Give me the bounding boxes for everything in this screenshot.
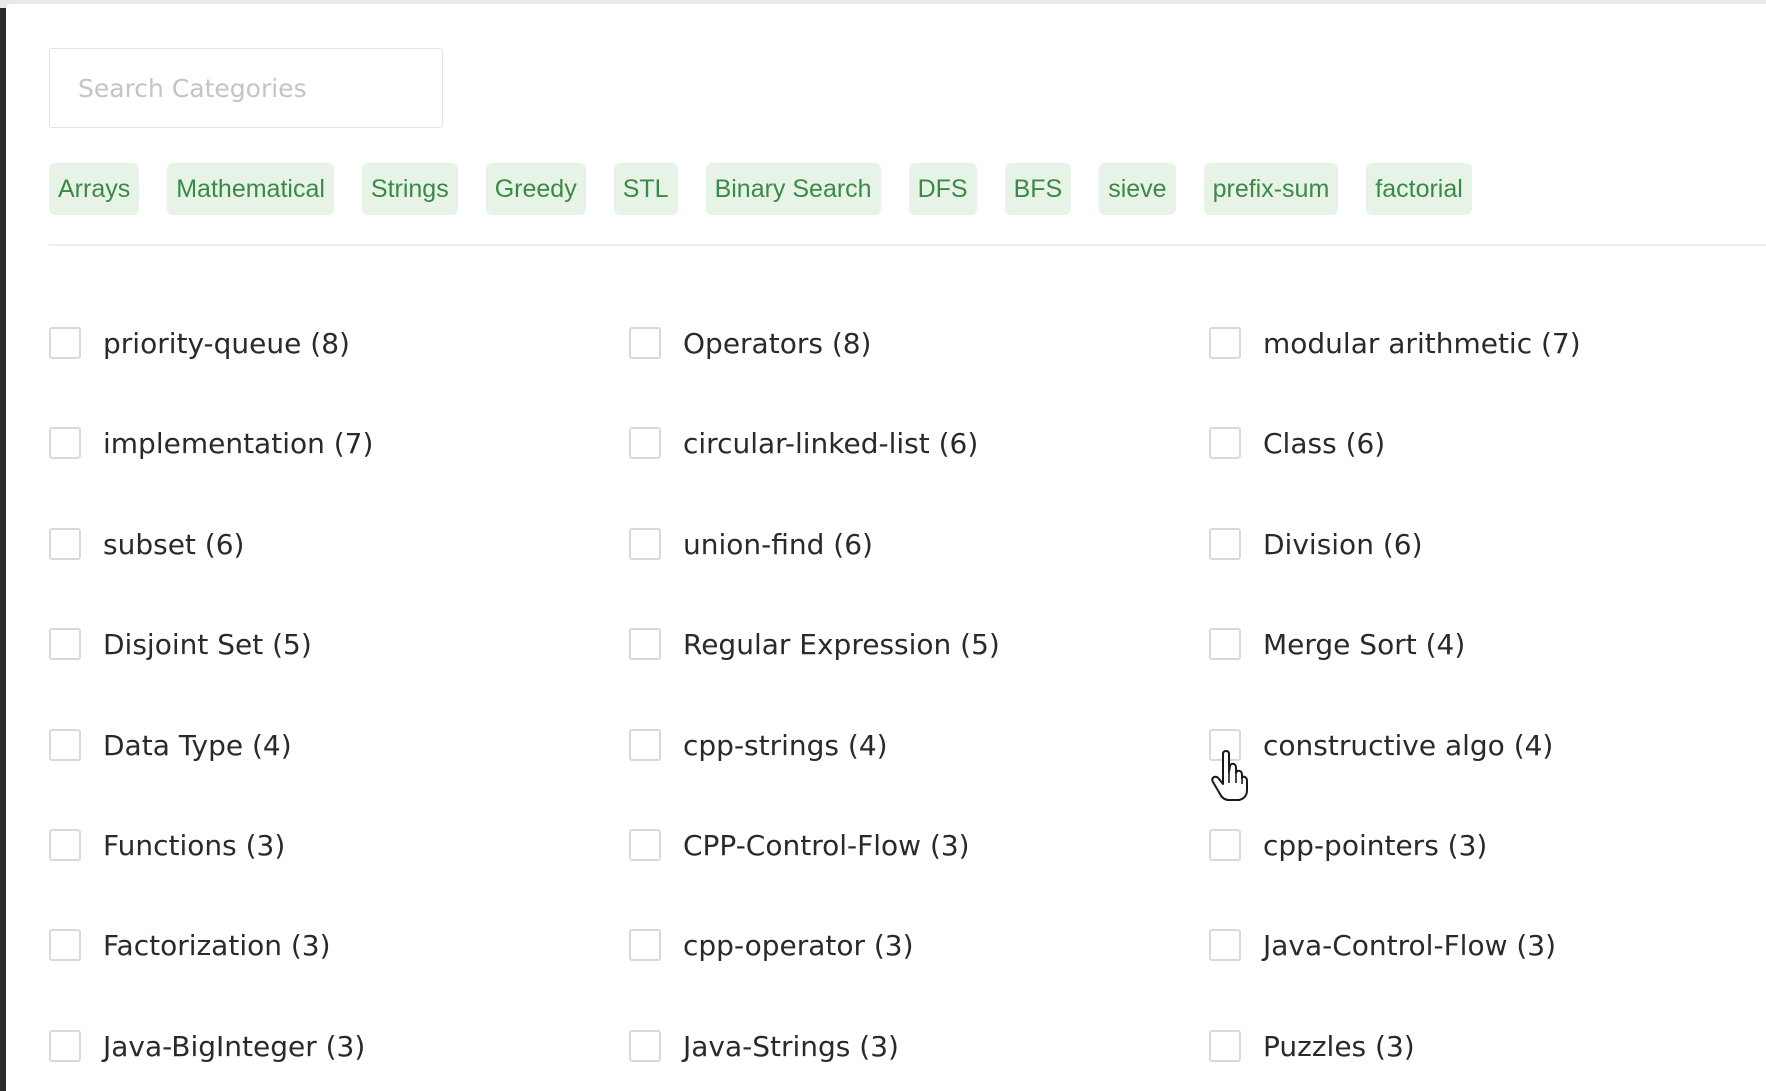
checkbox[interactable] bbox=[629, 327, 661, 359]
checkbox[interactable] bbox=[629, 628, 661, 660]
category-label: modular arithmetic (7) bbox=[1263, 326, 1581, 360]
tag-chip[interactable]: factorial bbox=[1366, 163, 1472, 215]
tag-chip[interactable]: prefix-sum bbox=[1203, 163, 1339, 215]
checkbox[interactable] bbox=[49, 528, 81, 560]
checkbox[interactable] bbox=[1209, 528, 1241, 560]
category-label: Regular Expression (5) bbox=[683, 627, 1000, 661]
checkbox[interactable] bbox=[629, 929, 661, 961]
category-label: Class (6) bbox=[1263, 426, 1386, 460]
checkbox[interactable] bbox=[1209, 327, 1241, 359]
checkbox[interactable] bbox=[1209, 427, 1241, 459]
category-option[interactable]: Regular Expression (5) bbox=[629, 624, 1000, 664]
category-label: CPP-Control-Flow (3) bbox=[683, 828, 970, 862]
category-label: Java-Strings (3) bbox=[683, 1029, 899, 1063]
category-label: Factorization (3) bbox=[103, 928, 331, 962]
category-option[interactable]: circular-linked-list (6) bbox=[629, 423, 978, 463]
tag-chip[interactable]: STL bbox=[613, 163, 678, 215]
checkbox[interactable] bbox=[629, 427, 661, 459]
tag-chip[interactable]: Arrays bbox=[49, 163, 140, 215]
category-option[interactable]: Disjoint Set (5) bbox=[49, 624, 312, 664]
checkbox[interactable] bbox=[49, 427, 81, 459]
category-option[interactable]: Functions (3) bbox=[49, 825, 285, 865]
checkbox[interactable] bbox=[49, 628, 81, 660]
tag-chip[interactable]: DFS bbox=[908, 163, 977, 215]
category-label: Puzzles (3) bbox=[1263, 1029, 1415, 1063]
checkbox[interactable] bbox=[49, 327, 81, 359]
tag-chip[interactable]: Strings bbox=[361, 163, 458, 215]
category-label: union-find (6) bbox=[683, 527, 873, 561]
divider bbox=[49, 244, 1766, 246]
tag-chip[interactable]: Mathematical bbox=[167, 163, 334, 215]
category-option[interactable]: subset (6) bbox=[49, 524, 244, 564]
checkbox[interactable] bbox=[49, 729, 81, 761]
checkbox[interactable] bbox=[49, 929, 81, 961]
category-label: Merge Sort (4) bbox=[1263, 627, 1466, 661]
category-option[interactable]: Division (6) bbox=[1209, 524, 1423, 564]
category-label: constructive algo (4) bbox=[1263, 728, 1554, 762]
checkbox[interactable] bbox=[629, 729, 661, 761]
category-option[interactable]: cpp-strings (4) bbox=[629, 725, 888, 765]
checkbox[interactable] bbox=[1209, 829, 1241, 861]
checkbox[interactable] bbox=[49, 829, 81, 861]
category-option[interactable]: Java-Strings (3) bbox=[629, 1026, 899, 1066]
checkbox[interactable] bbox=[1209, 1030, 1241, 1062]
category-label: cpp-pointers (3) bbox=[1263, 828, 1488, 862]
tag-chip[interactable]: Binary Search bbox=[705, 163, 881, 215]
category-label: implementation (7) bbox=[103, 426, 374, 460]
checkbox[interactable] bbox=[629, 1030, 661, 1062]
checkbox[interactable] bbox=[1209, 929, 1241, 961]
categories-modal: Arrays Mathematical Strings Greedy STL B… bbox=[6, 4, 1766, 1091]
category-option[interactable]: CPP-Control-Flow (3) bbox=[629, 825, 970, 865]
category-option[interactable]: cpp-operator (3) bbox=[629, 925, 914, 965]
category-option[interactable]: Class (6) bbox=[1209, 423, 1385, 463]
checkbox[interactable] bbox=[1209, 628, 1241, 660]
category-label: cpp-strings (4) bbox=[683, 728, 888, 762]
category-option[interactable]: priority-queue (8) bbox=[49, 323, 350, 363]
checkbox[interactable] bbox=[49, 1030, 81, 1062]
category-option[interactable]: Puzzles (3) bbox=[1209, 1026, 1415, 1066]
tag-chip[interactable]: BFS bbox=[1004, 163, 1072, 215]
category-option[interactable]: union-find (6) bbox=[629, 524, 873, 564]
tag-chip[interactable]: Greedy bbox=[485, 163, 586, 215]
category-option[interactable]: Factorization (3) bbox=[49, 925, 331, 965]
category-label: circular-linked-list (6) bbox=[683, 426, 979, 460]
category-option[interactable]: Merge Sort (4) bbox=[1209, 624, 1465, 664]
category-label: cpp-operator (3) bbox=[683, 928, 914, 962]
category-option[interactable]: Operators (8) bbox=[629, 323, 871, 363]
category-label: Java-BigInteger (3) bbox=[103, 1029, 366, 1063]
category-option[interactable]: cpp-pointers (3) bbox=[1209, 825, 1487, 865]
category-label: priority-queue (8) bbox=[103, 326, 350, 360]
search-categories-input[interactable] bbox=[49, 48, 443, 128]
category-option[interactable]: Data Type (4) bbox=[49, 725, 292, 765]
category-label: Operators (8) bbox=[683, 326, 872, 360]
hand-pointer-icon bbox=[1211, 750, 1248, 801]
category-label: Java-Control-Flow (3) bbox=[1263, 928, 1557, 962]
checkbox[interactable] bbox=[629, 528, 661, 560]
category-label: Data Type (4) bbox=[103, 728, 292, 762]
category-option[interactable]: Java-BigInteger (3) bbox=[49, 1026, 365, 1066]
category-option[interactable]: constructive algo (4) bbox=[1209, 725, 1553, 765]
checkbox[interactable] bbox=[629, 829, 661, 861]
category-label: subset (6) bbox=[103, 527, 245, 561]
tag-chip[interactable]: sieve bbox=[1099, 163, 1176, 215]
category-label: Division (6) bbox=[1263, 527, 1423, 561]
popular-tags: Arrays Mathematical Strings Greedy STL B… bbox=[49, 163, 1472, 215]
category-option[interactable]: Java-Control-Flow (3) bbox=[1209, 925, 1556, 965]
category-label: Functions (3) bbox=[103, 828, 286, 862]
category-option[interactable]: modular arithmetic (7) bbox=[1209, 323, 1581, 363]
category-label: Disjoint Set (5) bbox=[103, 627, 312, 661]
category-option[interactable]: implementation (7) bbox=[49, 423, 373, 463]
